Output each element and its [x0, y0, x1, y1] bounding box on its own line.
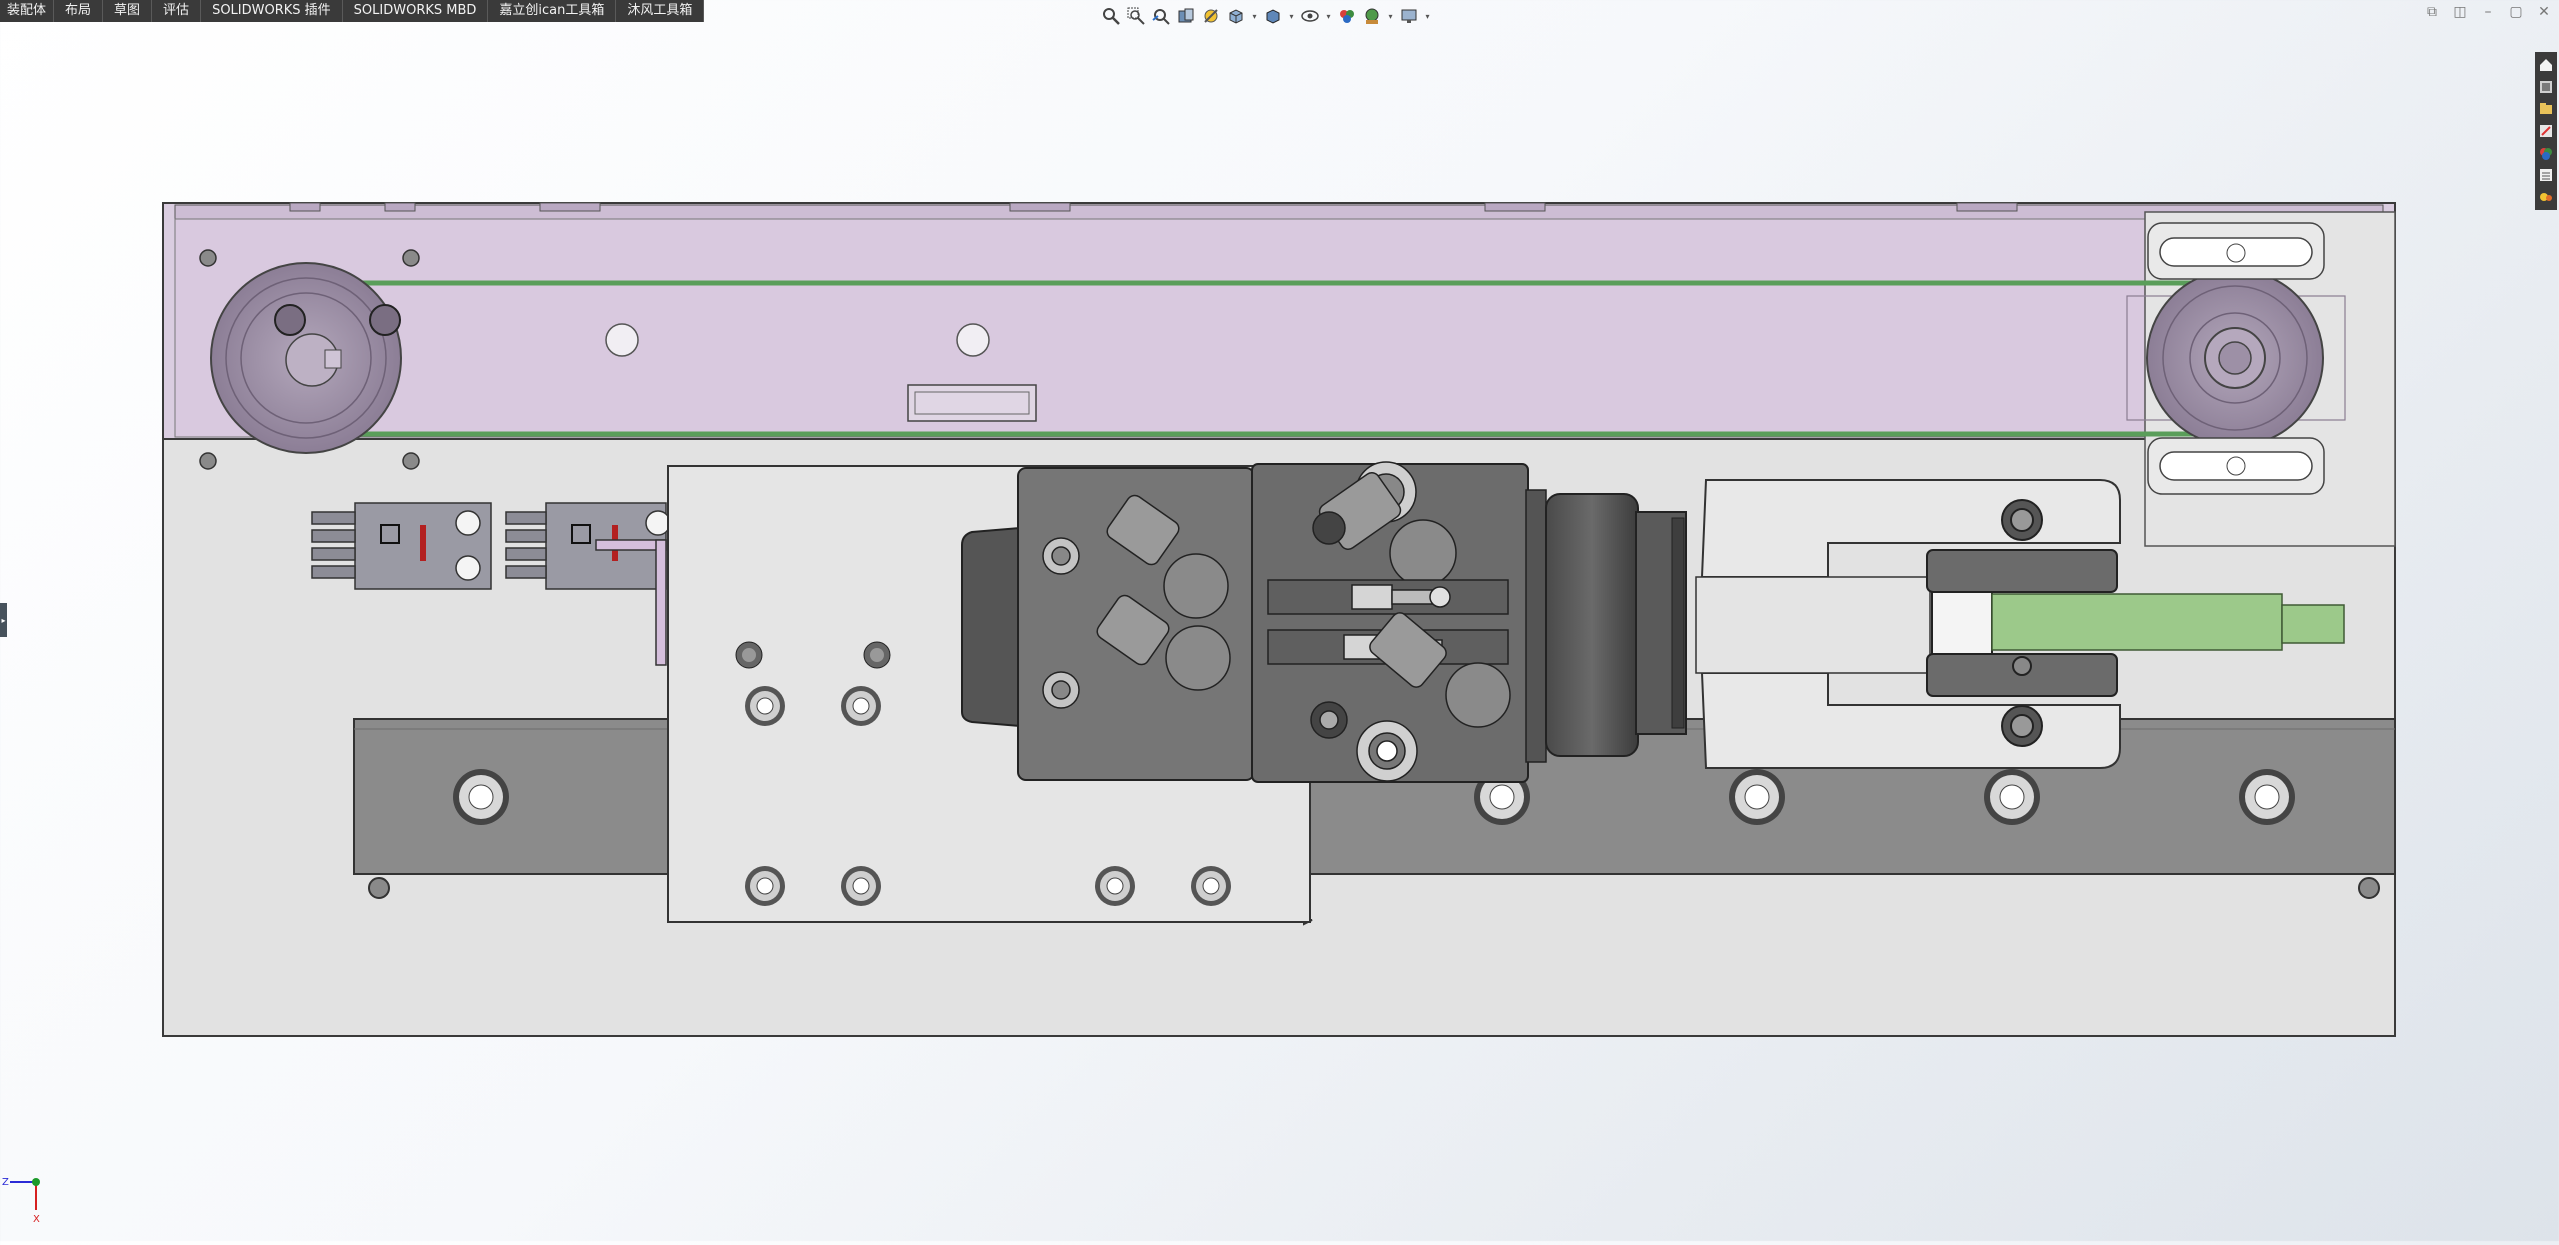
tile-icon[interactable]: ◫ [2451, 4, 2469, 20]
zoom-to-area-icon[interactable] [1125, 5, 1147, 27]
command-manager-tabs: 装配体 布局 草图 评估 SOLIDWORKS 插件 SOLIDWORKS MB… [0, 0, 705, 22]
tab-layout[interactable]: 布局 [54, 0, 104, 22]
motor-flange [1525, 489, 1547, 763]
triad-z-label: Z [2, 1177, 9, 1188]
apply-scene-dropdown-icon[interactable]: ▾ [1386, 5, 1395, 27]
apply-scene-icon[interactable] [1361, 5, 1383, 27]
tab-sketch[interactable]: 草图 [103, 0, 153, 22]
tab-solidworks-addins[interactable]: SOLIDWORKS 插件 [201, 0, 343, 22]
cylinder-front-cap [961, 526, 1021, 728]
edit-appearance-icon[interactable] [1336, 5, 1358, 27]
green-workpiece-tip [2281, 604, 2345, 644]
right-pulley [2126, 269, 2346, 447]
display-style-icon[interactable] [1262, 5, 1284, 27]
feature-manager-toggle-icon[interactable]: ▸ [0, 603, 7, 637]
hide-show-dropdown-icon[interactable]: ▾ [1324, 5, 1333, 27]
file-explorer-icon[interactable] [2535, 98, 2557, 120]
view-settings-dropdown-icon[interactable]: ▾ [1423, 5, 1432, 27]
dynamic-annotation-icon[interactable] [1200, 5, 1222, 27]
zoom-to-fit-icon[interactable] [1100, 5, 1122, 27]
tab-assembly[interactable]: 装配体 [0, 0, 55, 22]
task-pane-tabs [2535, 52, 2557, 210]
hide-show-items-icon[interactable] [1299, 5, 1321, 27]
green-workpiece [1991, 593, 2283, 651]
home-icon[interactable] [2535, 54, 2557, 76]
window-controls: ⧉ ◫ – ▢ ✕ [2423, 4, 2553, 20]
belt-housing-inner [174, 218, 2384, 438]
triad-x-label: X [33, 1214, 40, 1225]
maximize-icon[interactable]: ▢ [2507, 4, 2525, 20]
view-orientation-dropdown-icon[interactable]: ▾ [1250, 5, 1259, 27]
close-icon[interactable]: ✕ [2535, 4, 2553, 20]
assembly-model-view[interactable] [0, 0, 2559, 1241]
motor-body [1545, 493, 1639, 757]
heads-up-view-toolbar: ▾ ▾ ▾ ▾ ▾ [1100, 2, 1432, 30]
previous-view-icon[interactable] [1150, 5, 1172, 27]
custom-properties-icon[interactable] [2535, 164, 2557, 186]
tab-jlc-ican-toolbox[interactable]: 嘉立创ican工具箱 [488, 0, 617, 22]
graphics-area[interactable] [0, 0, 2559, 1241]
reference-triad: Z X [2, 1177, 40, 1225]
view-palette-icon[interactable] [2535, 120, 2557, 142]
gripper-center-block [1695, 576, 1931, 674]
restore-down-icon[interactable]: ⧉ [2423, 4, 2441, 20]
minimize-icon[interactable]: – [2479, 4, 2497, 20]
view-settings-icon[interactable] [1398, 5, 1420, 27]
appearances-icon[interactable] [2535, 142, 2557, 164]
left-pulley [210, 262, 402, 454]
housing-bracket [907, 384, 1037, 422]
solidworks-forum-icon[interactable] [2535, 186, 2557, 208]
belt-housing-top-rail [174, 204, 2384, 220]
tab-solidworks-mbd[interactable]: SOLIDWORKS MBD [343, 0, 489, 22]
design-library-icon[interactable] [2535, 76, 2557, 98]
tab-mufeng-toolbox[interactable]: 沐风工具箱 [616, 0, 705, 22]
view-orientation-icon[interactable] [1225, 5, 1247, 27]
section-view-icon[interactable] [1175, 5, 1197, 27]
tab-evaluate[interactable]: 评估 [152, 0, 202, 22]
display-style-dropdown-icon[interactable]: ▾ [1287, 5, 1296, 27]
